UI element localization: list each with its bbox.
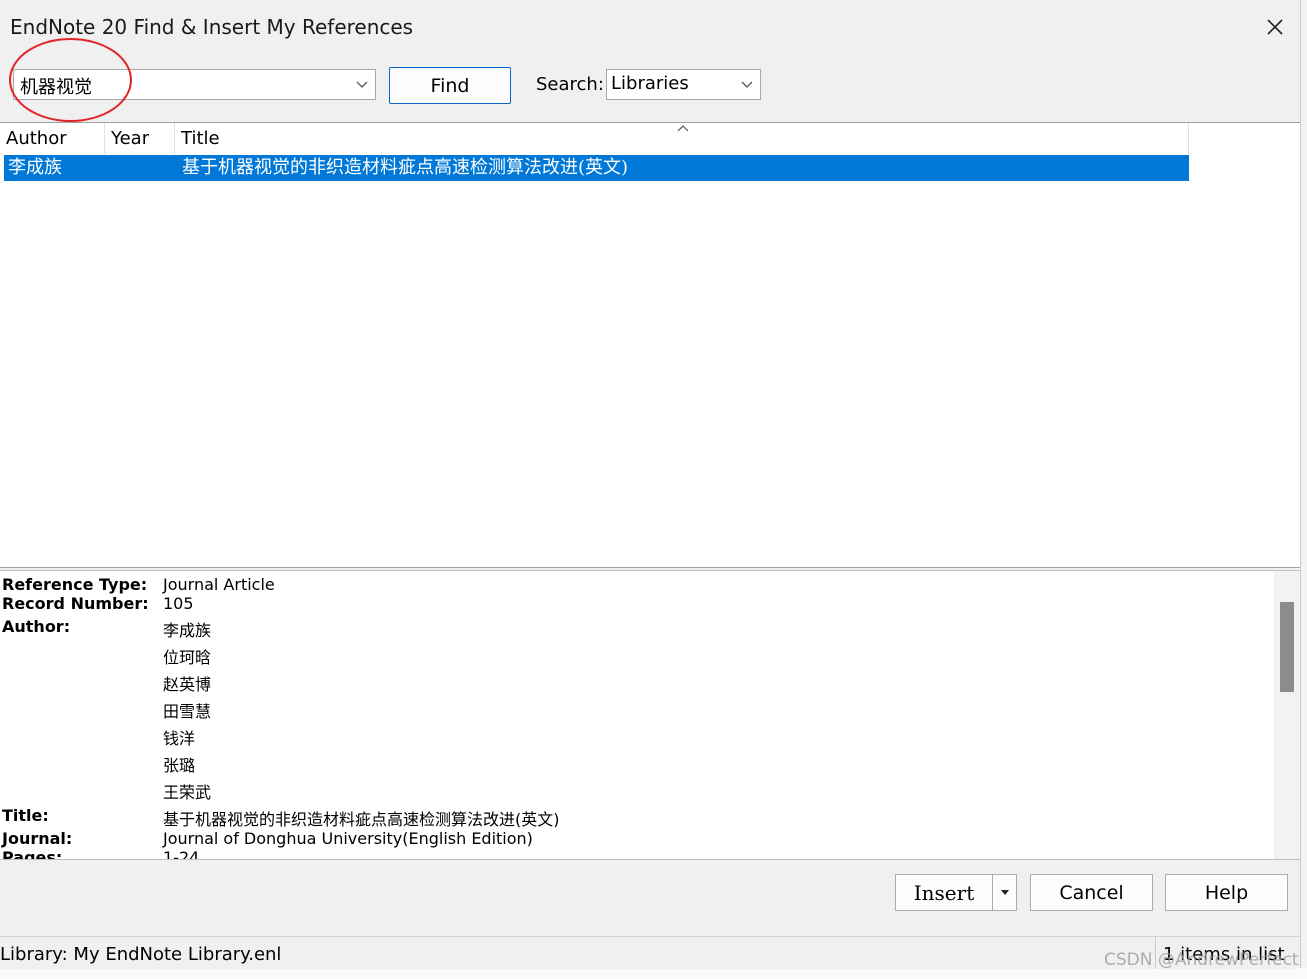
library-status: Library: My EndNote Library.enl [0,944,282,965]
pages-value: 1-24 [163,848,200,860]
insert-split-button: Insert [895,874,1017,911]
reference-detail-panel: Reference Type: Journal Article Record N… [0,570,1300,860]
reference-type-label: Reference Type: [2,575,148,594]
record-number-value: 105 [163,594,194,613]
insert-button[interactable]: Insert [896,875,992,910]
close-button[interactable] [1256,8,1294,46]
title-value: 基于机器视觉的非织造材料疵点高速检测算法改进(英文) [163,810,560,829]
chevron-down-icon [356,81,368,88]
search-text-combo[interactable]: 机器视觉 [13,69,376,100]
search-scope-select[interactable]: Libraries [606,69,761,100]
cancel-button[interactable]: Cancel [1030,874,1153,911]
insert-options-button[interactable] [992,875,1017,910]
search-input-value: 机器视觉 [20,77,92,98]
close-icon [1267,19,1283,35]
window-title: EndNote 20 Find & Insert My References [10,15,414,39]
find-button[interactable]: Find [389,67,511,104]
search-scope-value: Libraries [611,73,689,94]
author-value: 位珂晗 [163,648,212,667]
help-button[interactable]: Help [1165,874,1288,911]
reference-type-value: Journal Article [163,575,275,594]
caret-down-icon [1001,889,1009,895]
row-author: 李成族 [8,157,62,178]
find-button-label: Find [430,74,470,97]
author-value: 张璐 [163,756,196,775]
cancel-button-label: Cancel [1059,881,1124,904]
search-scope-label: Search: [536,74,604,95]
watermark: CSDN @AndrewPerfect [1104,950,1299,970]
results-list[interactable]: Author Year Title 李成族 基于机器视觉的非织造材料疵点高速检测… [0,122,1300,568]
pages-label: Pages: [2,848,63,860]
author-value: 钱洋 [163,729,196,748]
title-bar: EndNote 20 Find & Insert My References [0,0,1300,55]
insert-button-label: Insert [913,880,975,905]
row-title: 基于机器视觉的非织造材料疵点高速检测算法改进(英文) [182,157,629,178]
journal-value: Journal of Donghua University(English Ed… [163,829,533,848]
column-header-year[interactable]: Year [105,123,175,154]
title-label: Title: [2,806,49,825]
background-document-edge [1300,0,1307,979]
sort-ascending-icon [677,125,689,132]
journal-label: Journal: [2,829,73,848]
detail-scrollbar-thumb[interactable] [1280,602,1294,692]
find-insert-dialog: EndNote 20 Find & Insert My References 机… [0,0,1301,969]
author-value: 李成族 [163,621,212,640]
column-header-author[interactable]: Author [0,123,105,154]
record-number-label: Record Number: [2,594,149,613]
chevron-down-icon [741,81,753,88]
help-button-label: Help [1204,881,1249,904]
table-row[interactable]: 李成族 基于机器视觉的非织造材料疵点高速检测算法改进(英文) [4,155,1189,181]
author-label: Author: [2,617,71,636]
author-value: 田雪慧 [163,702,212,721]
author-value: 赵英博 [163,675,212,694]
author-value: 王荣武 [163,783,212,802]
